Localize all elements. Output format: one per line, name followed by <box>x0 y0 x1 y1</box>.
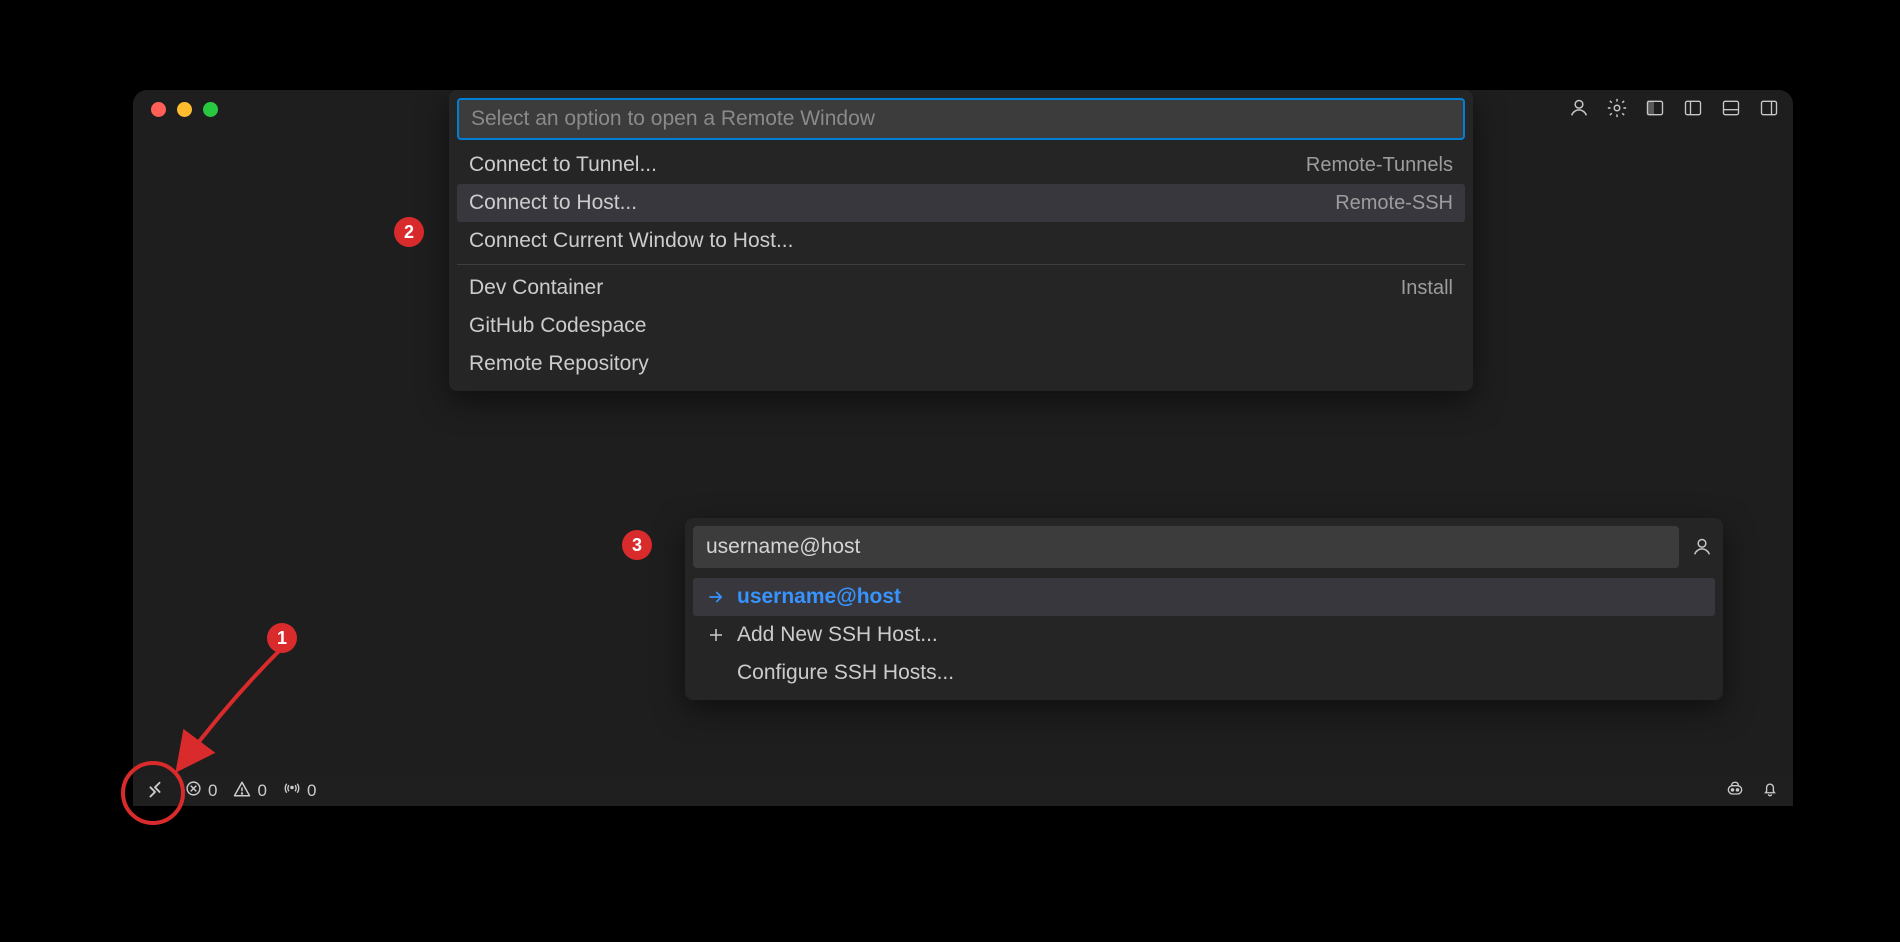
gear-icon[interactable] <box>1605 96 1629 120</box>
arrow-right-icon <box>705 588 727 606</box>
option-label: Connect to Host... <box>469 191 637 215</box>
account-icon[interactable] <box>1567 96 1591 120</box>
ssh-host-option-list: username@host Add New SSH Host... Config… <box>693 578 1715 692</box>
remote-indicator-button[interactable] <box>133 776 177 806</box>
statusbar: 0 0 0 <box>133 776 1793 806</box>
option-remote-repository[interactable]: Remote Repository <box>457 345 1465 383</box>
remote-window-quickpick: Connect to Tunnel... Remote-Tunnels Conn… <box>449 90 1473 391</box>
option-github-codespace[interactable]: GitHub Codespace <box>457 307 1465 345</box>
ssh-host-entry[interactable]: username@host <box>693 578 1715 616</box>
window-minimize-dot[interactable] <box>177 102 192 117</box>
option-label: GitHub Codespace <box>469 314 646 338</box>
ports-count: 0 <box>307 781 316 801</box>
option-connect-current-window[interactable]: Connect Current Window to Host... <box>457 222 1465 260</box>
option-connect-to-host[interactable]: Connect to Host... Remote-SSH <box>457 184 1465 222</box>
ssh-add-new-host[interactable]: Add New SSH Host... <box>693 616 1715 654</box>
ssh-host-input[interactable] <box>693 526 1679 568</box>
remote-window-option-list: Connect to Tunnel... Remote-Tunnels Conn… <box>457 146 1465 383</box>
warning-count: 0 <box>257 781 266 801</box>
radio-tower-icon <box>283 780 301 803</box>
bell-icon[interactable] <box>1761 780 1779 803</box>
layout-panel-bottom-icon[interactable] <box>1719 96 1743 120</box>
titlebar-right-icons <box>1567 96 1781 120</box>
option-detail: Install <box>1401 277 1453 300</box>
layout-panel-right-icon[interactable] <box>1757 96 1781 120</box>
ssh-configure-hosts[interactable]: Configure SSH Hosts... <box>693 654 1715 692</box>
problems-errors[interactable]: 0 <box>185 780 217 802</box>
copilot-icon[interactable] <box>1725 779 1745 804</box>
error-count: 0 <box>208 781 217 801</box>
plus-icon <box>705 626 727 644</box>
separator <box>457 264 1465 265</box>
layout-panel-left-icon[interactable] <box>1681 96 1705 120</box>
warning-triangle-icon <box>233 780 251 803</box>
ssh-add-label: Add New SSH Host... <box>737 623 938 647</box>
ssh-configure-label: Configure SSH Hosts... <box>737 661 954 685</box>
option-detail: Remote-SSH <box>1335 192 1453 215</box>
layout-primary-icon[interactable] <box>1643 96 1667 120</box>
traffic-lights <box>151 102 218 117</box>
option-detail: Remote-Tunnels <box>1306 154 1453 177</box>
window-close-dot[interactable] <box>151 102 166 117</box>
vscode-window: Connect to Tunnel... Remote-Tunnels Conn… <box>133 90 1793 806</box>
ssh-host-quickpick: username@host Add New SSH Host... Config… <box>685 518 1723 700</box>
option-label: Dev Container <box>469 276 603 300</box>
remote-window-search-input[interactable] <box>457 98 1465 140</box>
option-label: Remote Repository <box>469 352 649 376</box>
window-zoom-dot[interactable] <box>203 102 218 117</box>
option-connect-to-tunnel[interactable]: Connect to Tunnel... Remote-Tunnels <box>457 146 1465 184</box>
error-circle-icon <box>185 780 202 802</box>
problems-warnings[interactable]: 0 <box>233 780 266 803</box>
option-label: Connect Current Window to Host... <box>469 229 793 253</box>
ports-forwarded[interactable]: 0 <box>283 780 316 803</box>
option-label: Connect to Tunnel... <box>469 153 657 177</box>
account-icon[interactable] <box>1689 536 1715 558</box>
ssh-host-label: username@host <box>737 585 901 609</box>
option-dev-container[interactable]: Dev Container Install <box>457 269 1465 307</box>
